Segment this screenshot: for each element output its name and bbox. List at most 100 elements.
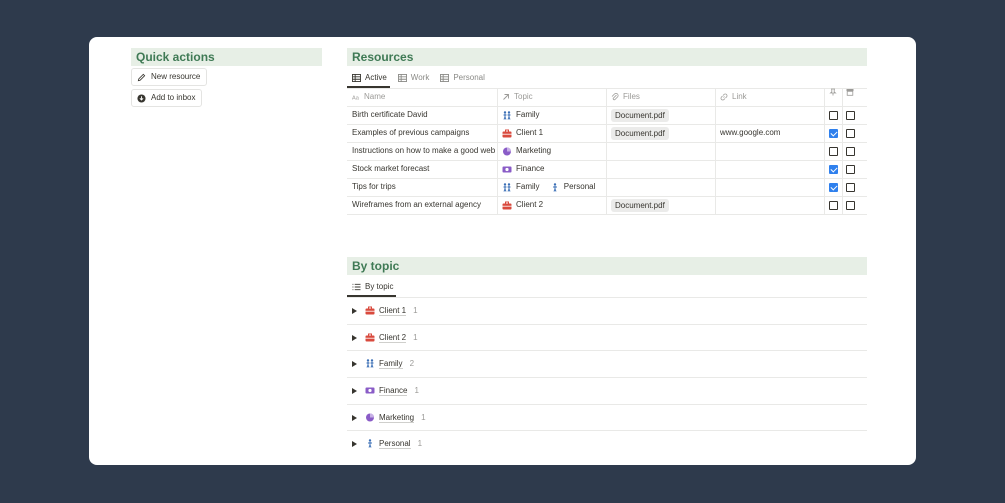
tab-personal[interactable]: Personal xyxy=(435,70,491,85)
archive-checkbox[interactable] xyxy=(846,147,855,156)
resource-name[interactable]: Instructions on how to make a good webs xyxy=(352,142,495,160)
add-to-inbox-button[interactable]: Add to inbox xyxy=(131,89,203,107)
briefcase-icon xyxy=(365,306,375,315)
file-chip[interactable]: Document.pdf xyxy=(611,199,669,212)
person-icon xyxy=(368,439,372,448)
group-count: 1 xyxy=(413,306,418,315)
resources-view-tabs: Active Work Personal xyxy=(347,70,491,85)
briefcase-icon xyxy=(365,333,375,342)
archive-checkbox[interactable] xyxy=(846,201,855,210)
expand-triangle-icon[interactable] xyxy=(352,387,357,394)
column-header-link[interactable]: Link xyxy=(720,88,747,106)
money-icon xyxy=(365,387,375,394)
table-bottom-border xyxy=(347,214,867,215)
topic-label: Family xyxy=(516,110,540,119)
new-resource-button[interactable]: New resource xyxy=(131,68,208,86)
briefcase-icon xyxy=(502,201,512,209)
tab-work-label: Work xyxy=(410,73,430,82)
group-row-finance[interactable]: Finance 1 xyxy=(347,377,867,404)
column-header-files[interactable]: Files xyxy=(611,88,640,106)
archive-icon xyxy=(846,89,854,96)
svg-text:Aa: Aa xyxy=(352,95,360,101)
column-header-topic[interactable]: Topic xyxy=(502,88,533,106)
topic-label: Marketing xyxy=(516,146,552,155)
topic-tag-client-1[interactable]: Client 1 xyxy=(502,124,543,142)
column-header-name[interactable]: Aa Name xyxy=(352,88,385,106)
archive-checkbox[interactable] xyxy=(846,183,855,192)
group-row-marketing[interactable]: Marketing 1 xyxy=(347,404,867,431)
archive-checkbox[interactable] xyxy=(846,129,855,138)
group-label[interactable]: Client 1 xyxy=(379,306,407,316)
tab-personal-label: Personal xyxy=(453,73,485,82)
briefcase-icon xyxy=(502,129,512,137)
group-label[interactable]: Personal xyxy=(379,439,411,449)
group-row-client-1[interactable]: Client 1 1 xyxy=(347,297,867,324)
expand-triangle-icon[interactable] xyxy=(352,307,357,314)
group-row-personal[interactable]: Personal 1 xyxy=(347,430,867,457)
pin-icon xyxy=(829,88,837,96)
file-chip[interactable]: Document.pdf xyxy=(611,109,669,122)
column-header-archive[interactable] xyxy=(846,88,854,96)
topic-tag-marketing[interactable]: Marketing xyxy=(502,142,551,160)
resource-name[interactable]: Examples of previous campaigns xyxy=(352,124,495,142)
col-divider xyxy=(497,88,498,214)
pin-checkbox[interactable] xyxy=(829,129,838,138)
topic-label: Personal xyxy=(563,182,596,191)
table-icon xyxy=(440,73,450,82)
pie-chart-icon xyxy=(503,147,511,155)
col-divider xyxy=(715,88,716,214)
resource-name[interactable]: Tips for trips xyxy=(352,178,495,196)
add-to-inbox-label: Add to inbox xyxy=(151,93,196,102)
topic-tag-personal[interactable]: Personal xyxy=(550,178,596,196)
tab-by-topic[interactable]: By topic xyxy=(347,279,399,294)
by-topic-title: By topic xyxy=(347,257,867,275)
group-count: 1 xyxy=(417,439,423,448)
group-row-client-2[interactable]: Client 2 1 xyxy=(347,324,867,351)
topic-tag-finance[interactable]: Finance xyxy=(502,160,544,178)
resource-name[interactable]: Wireframes from an external agency xyxy=(352,196,495,214)
paperclip-icon xyxy=(611,93,619,101)
group-label[interactable]: Family xyxy=(379,359,403,369)
resource-link[interactable]: www.google.com xyxy=(720,124,780,142)
group-count: 2 xyxy=(409,359,415,368)
column-header-topic-label: Topic xyxy=(514,92,533,101)
expand-triangle-icon[interactable] xyxy=(352,414,357,421)
resource-name[interactable]: Birth certificate David xyxy=(352,106,495,124)
topic-label: Family xyxy=(516,182,540,191)
expand-triangle-icon[interactable] xyxy=(352,360,357,367)
pin-checkbox[interactable] xyxy=(829,165,838,174)
pin-checkbox[interactable] xyxy=(829,111,838,120)
group-label[interactable]: Marketing xyxy=(379,413,415,423)
text-property-icon: Aa xyxy=(352,95,360,101)
tab-work[interactable]: Work xyxy=(393,70,436,85)
column-header-name-label: Name xyxy=(364,92,386,101)
topic-tag-client-2[interactable]: Client 2 xyxy=(502,196,543,214)
page-card: Quick actions New resource Add to inbox … xyxy=(89,37,916,465)
tab-active-label: Active xyxy=(365,73,387,82)
expand-triangle-icon[interactable] xyxy=(352,334,357,341)
link-icon xyxy=(720,93,728,101)
group-label[interactable]: Client 2 xyxy=(379,333,407,343)
pin-checkbox[interactable] xyxy=(829,183,838,192)
column-header-pin[interactable] xyxy=(829,88,837,96)
pin-checkbox[interactable] xyxy=(829,147,838,156)
group-label[interactable]: Finance xyxy=(379,386,408,396)
resource-name[interactable]: Stock market forecast xyxy=(352,160,495,178)
resources-title: Resources xyxy=(347,48,867,66)
topic-label: Finance xyxy=(516,164,545,173)
group-count: 1 xyxy=(414,386,419,395)
tab-active[interactable]: Active xyxy=(347,70,393,85)
expand-triangle-icon[interactable] xyxy=(352,440,357,447)
file-chip[interactable]: Document.pdf xyxy=(611,127,669,140)
group-row-family[interactable]: Family 2 xyxy=(347,350,867,377)
resource-topic[interactable]: Client 2 xyxy=(502,196,551,217)
topic-tag-family[interactable]: Family xyxy=(502,106,540,124)
topic-label: Client 1 xyxy=(516,128,544,137)
quick-actions-title: Quick actions xyxy=(131,48,322,66)
topic-label: Client 2 xyxy=(516,200,544,209)
archive-checkbox[interactable] xyxy=(846,111,855,120)
topic-tag-family[interactable]: Family xyxy=(502,178,540,196)
table-icon xyxy=(352,73,361,82)
archive-checkbox[interactable] xyxy=(846,165,855,174)
pin-checkbox[interactable] xyxy=(829,201,838,210)
